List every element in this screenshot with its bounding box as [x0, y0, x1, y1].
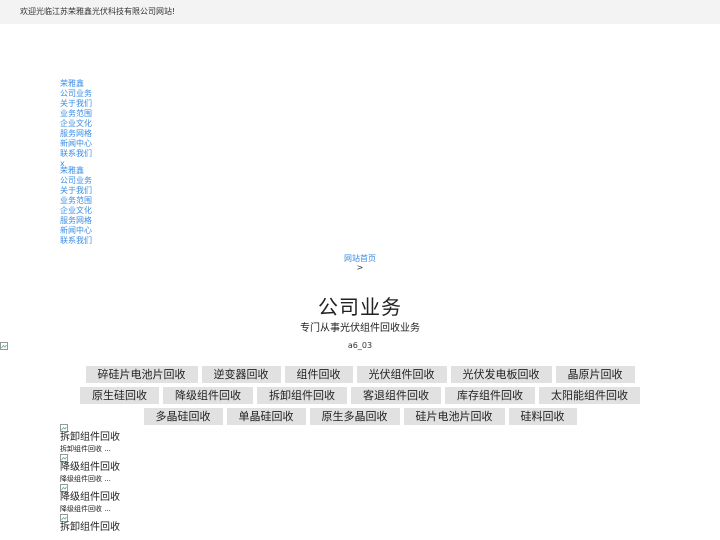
mobile-nav-item-business[interactable]: 公司业务 [60, 176, 92, 186]
page-subtitle: 专门从事光伏组件回收业务 [300, 323, 420, 334]
mobile-nav-item-scope[interactable]: 业务范围 [60, 196, 92, 206]
broken-image-icon [60, 454, 68, 462]
tag-item[interactable]: 碎硅片电池片回收 [85, 366, 198, 383]
mobile-nav-item-news[interactable]: 新闻中心 [60, 226, 92, 236]
mobile-nav-item-service[interactable]: 服务网格 [60, 216, 92, 226]
tag-item[interactable]: 硅料回收 [508, 408, 577, 425]
nav-item-contact[interactable]: 联系我们 [60, 149, 92, 159]
broken-image-icon [60, 484, 68, 492]
mobile-nav-item-culture[interactable]: 企业文化 [60, 206, 92, 216]
broken-image-icon [60, 514, 68, 522]
list-item[interactable]: 降级组件回收 降级组件回收 ... [60, 454, 120, 484]
news-title[interactable]: 拆卸组件回收 [60, 522, 120, 534]
tag-item[interactable]: 太阳能组件回收 [539, 387, 640, 404]
nav-item-service[interactable]: 服务网格 [60, 129, 92, 139]
page-title: 公司业务 [318, 295, 402, 319]
tag-item[interactable]: 单晶硅回收 [226, 408, 306, 425]
list-item[interactable]: 拆卸组件回收 拆卸组件回收 ... [60, 424, 120, 454]
section-image-alt: a6_03 [347, 341, 373, 350]
tag-item[interactable]: 库存组件回收 [445, 387, 535, 404]
breadcrumb-separator: > [356, 263, 364, 272]
tag-item[interactable]: 原生多晶回收 [309, 408, 400, 425]
nav-item-news[interactable]: 新闻中心 [60, 139, 92, 149]
mobile-nav-item-about[interactable]: 关于我们 [60, 186, 92, 196]
service-tag-list: 碎硅片电池片回收 逆变器回收 组件回收 光伏组件回收 光伏发电板回收 晶原片回收原生硅回收… [58, 366, 662, 429]
tag-item[interactable]: 客退组件回收 [351, 387, 441, 404]
news-title[interactable]: 降级组件回收 [60, 462, 120, 474]
tag-item[interactable]: 光伏组件回收 [356, 366, 447, 383]
nav-item-home[interactable]: 荣雅鑫 [60, 79, 92, 89]
news-summary: 降级组件回收 ... [60, 505, 111, 513]
mobile-nav: 荣雅鑫 公司业务 关于我们 业务范围 企业文化 服务网格 新闻中心 联系我们 [60, 166, 92, 246]
top-bar: 欢迎光临江苏荣雅鑫光伏科技有限公司网站! [0, 0, 720, 24]
mobile-nav-item-home[interactable]: 荣雅鑫 [60, 166, 92, 176]
tag-item[interactable]: 原生硅回收 [80, 387, 159, 404]
tag-item[interactable]: 组件回收 [284, 366, 353, 383]
nav-item-about[interactable]: 关于我们 [60, 99, 92, 109]
news-title[interactable]: 降级组件回收 [60, 492, 120, 504]
news-summary: 降级组件回收 ... [60, 475, 111, 483]
tag-item[interactable]: 晶原片回收 [555, 366, 635, 383]
news-list: 拆卸组件回收 拆卸组件回收 ... 降级组件回收 降级组件回收 ... 降级组件… [60, 424, 120, 534]
tag-item[interactable]: 硅片电池片回收 [403, 408, 505, 425]
news-summary: 拆卸组件回收 ... [60, 445, 111, 453]
welcome-text: 欢迎光临江苏荣雅鑫光伏科技有限公司网站! [20, 7, 176, 16]
nav-item-business[interactable]: 公司业务 [60, 89, 92, 99]
tag-item[interactable]: 逆变器回收 [201, 366, 281, 383]
breadcrumb-home-link[interactable]: 网站首页 [344, 254, 376, 263]
mobile-nav-item-contact[interactable]: 联系我们 [60, 236, 92, 246]
nav-item-scope[interactable]: 业务范围 [60, 109, 92, 119]
tag-item[interactable]: 拆卸组件回收 [257, 387, 347, 404]
primary-nav: 荣雅鑫 公司业务 关于我们 业务范围 企业文化 服务网格 新闻中心 联系我们 x [60, 79, 92, 169]
tag-item[interactable]: 多晶硅回收 [143, 408, 223, 425]
nav-item-culture[interactable]: 企业文化 [60, 119, 92, 129]
list-item[interactable]: 降级组件回收 降级组件回收 ... [60, 484, 120, 514]
broken-image-icon [60, 424, 68, 432]
tag-item[interactable]: 光伏发电板回收 [450, 366, 552, 383]
tag-item[interactable]: 降级组件回收 [163, 387, 253, 404]
list-item[interactable]: 拆卸组件回收 [60, 514, 120, 534]
breadcrumb: 网站首页 > [0, 254, 720, 272]
news-title[interactable]: 拆卸组件回收 [60, 432, 120, 444]
